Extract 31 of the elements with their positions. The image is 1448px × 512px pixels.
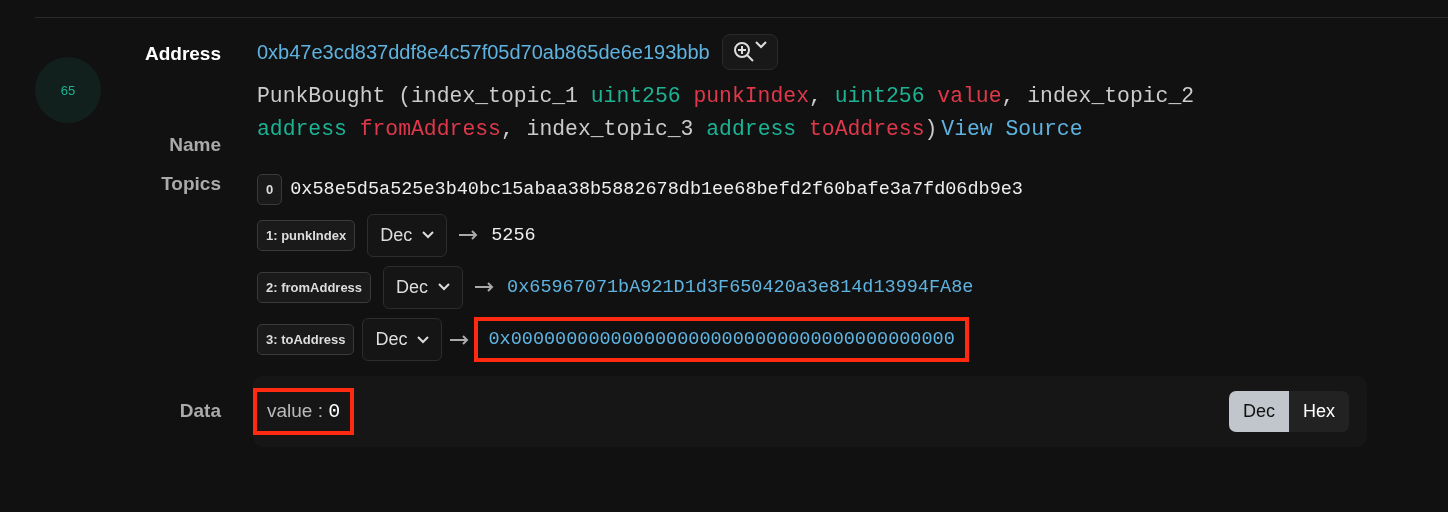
chevron-down-icon <box>438 283 451 291</box>
topic-index-tag: 0 <box>257 174 283 205</box>
field-label: Data <box>178 399 221 422</box>
format-dropdown[interactable]: Dec <box>367 213 448 257</box>
field-label: Address <box>143 42 221 66</box>
topic-value: 5256 <box>491 223 536 248</box>
format-toggle[interactable]: Hex <box>1289 391 1349 432</box>
data-value: value : 0 <box>253 388 355 435</box>
format-dropdown[interactable]: Dec <box>362 318 443 361</box>
arrow-icon <box>475 282 496 292</box>
format-toggle[interactable]: Dec <box>1228 391 1289 432</box>
topic-index-tag: 2: fromAddress <box>257 271 372 303</box>
view-source-link[interactable]: View Source <box>941 117 1083 141</box>
chevron-down-icon <box>417 335 430 344</box>
field-label: Name <box>168 133 221 157</box>
event-signature: PunkBought (index_topic_1 uint256 punkIndex, uint256 value, index_topic_2 address fromAddress, index_topic_3 address toAddress) View Source <box>257 83 1196 143</box>
topic-value: 0x58e5d5a525e3b40bc15abaa38b5882678db1ee68befd2f60bafe3a7fd06db9e3 <box>290 178 1023 202</box>
field-label: Topics <box>160 172 221 196</box>
topic-address-link[interactable]: 0x65967071bA921D1d3F650420a3e814d13994FA8e <box>507 274 974 300</box>
address-link[interactable]: 0xb47e3cd837ddf8e4c57f05d70ab865de6e193bbb <box>257 40 710 64</box>
topic-address-link[interactable]: 0x0000000000000000000000000000000000000000 <box>474 317 969 362</box>
chevron-down-icon <box>422 231 435 239</box>
zoom-dropdown-button[interactable] <box>721 34 778 70</box>
topic-index-tag: 3: toAddress <box>257 324 355 355</box>
zoom-in-icon <box>732 41 755 63</box>
arrow-icon <box>459 230 480 240</box>
log-index-badge: 65 <box>35 57 101 123</box>
chevron-down-icon <box>754 41 767 49</box>
arrow-icon <box>450 334 471 345</box>
format-dropdown[interactable]: Dec <box>383 265 464 309</box>
topic-index-tag: 1: punkIndex <box>257 219 356 251</box>
